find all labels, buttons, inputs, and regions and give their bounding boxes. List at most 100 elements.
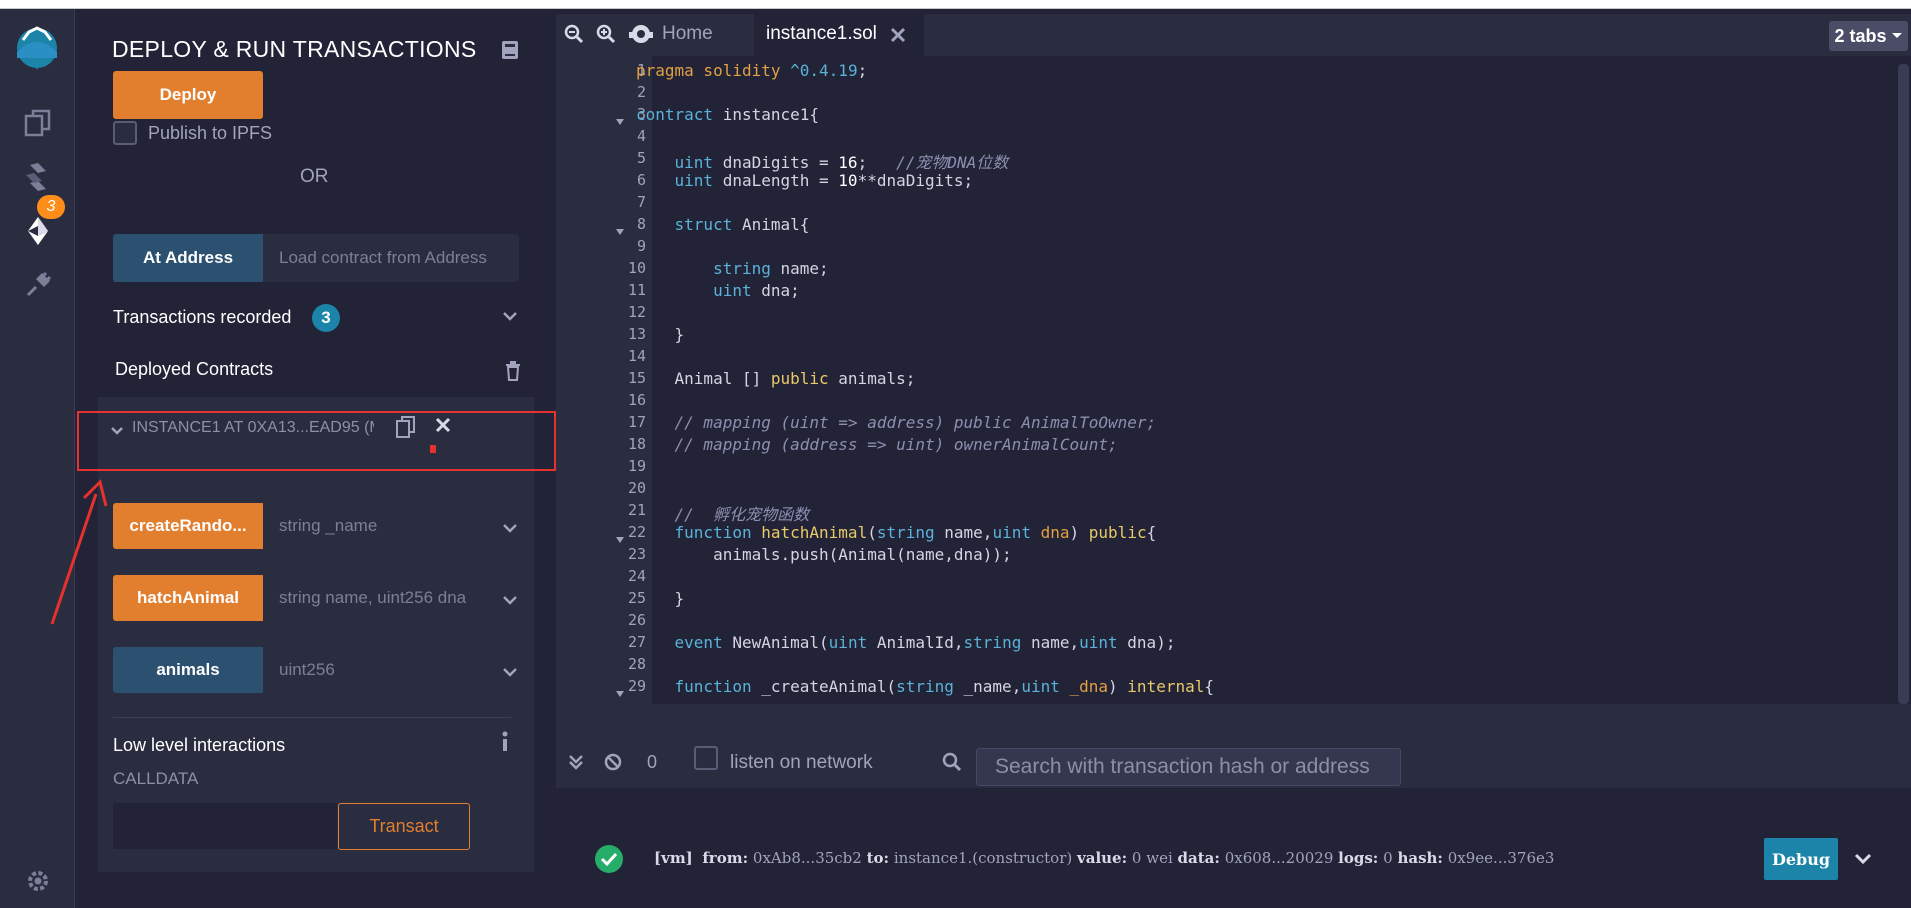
success-check-icon <box>594 844 624 879</box>
line-number: 5 <box>636 149 646 167</box>
listen-network-checkbox[interactable] <box>694 746 718 770</box>
log-from-value: 0xAb8...35cb2 <box>752 849 862 867</box>
line-number: 20 <box>627 479 646 497</box>
editor-tab-bar: Home instance1.sol <box>556 14 1911 56</box>
code-line-27: event NewAnimal(uint AnimalId,string nam… <box>674 633 1176 652</box>
line-number: 13 <box>627 325 646 343</box>
tab-file-label: instance1.sol <box>766 23 877 44</box>
plugin-manager-icon[interactable] <box>18 265 58 305</box>
line-number: 26 <box>627 611 646 629</box>
line-number: 21 <box>627 501 646 519</box>
create-random-animal-button[interactable]: createRando... <box>113 503 263 549</box>
publish-ipfs-label: Publish to IPFS <box>148 123 273 143</box>
trash-icon[interactable] <box>505 361 521 386</box>
editor-scrollbar[interactable] <box>1898 64 1909 704</box>
home-icon[interactable] <box>629 22 653 51</box>
info-icon[interactable] <box>501 731 509 756</box>
create-random-animal-input[interactable]: string _name <box>263 503 495 549</box>
fold-caret-icon[interactable] <box>616 684 624 702</box>
code-line-23: animals.push(Animal(name,dna)); <box>636 545 1012 564</box>
animals-button[interactable]: animals <box>113 647 263 693</box>
code-line-25: } <box>636 589 685 608</box>
transactions-recorded-badge: 3 <box>312 304 340 332</box>
log-data-value: 0x608...20029 <box>1224 849 1334 867</box>
log-tag: [vm] <box>654 849 693 867</box>
animals-input[interactable]: uint256 <box>263 647 495 693</box>
chevron-down-icon[interactable] <box>502 309 518 327</box>
chevron-down-icon[interactable] <box>1853 852 1873 871</box>
code-line-3: contract instance1{ <box>636 105 820 124</box>
line-number: 3 <box>636 105 646 123</box>
tab-home[interactable]: Home <box>662 23 713 45</box>
code-line-1: pragma solidity ^0.4.19; <box>636 61 868 80</box>
clear-console-icon[interactable] <box>604 753 622 776</box>
code-line-6: uint dnaLength = 10**dnaDigits; <box>674 171 974 190</box>
code-line-10: string name; <box>713 259 829 278</box>
line-number: 16 <box>627 391 646 409</box>
code-line-17: // mapping (uint => address) public Anim… <box>674 413 1157 432</box>
line-number: 12 <box>627 303 646 321</box>
chevron-down-icon[interactable] <box>502 665 518 683</box>
settings-gear-icon[interactable] <box>18 861 58 901</box>
line-number: 25 <box>627 589 646 607</box>
solidity-compiler-icon[interactable] <box>18 157 58 197</box>
tabs-dropdown-button[interactable]: 2 tabs <box>1829 21 1908 51</box>
hatch-animal-button[interactable]: hatchAnimal <box>113 575 263 621</box>
tabs-count-label: 2 tabs <box>1834 25 1887 46</box>
documentation-book-icon[interactable] <box>500 39 520 66</box>
code-line-22: function hatchAnimal(string name,uint dn… <box>674 523 1157 542</box>
window-top-strip <box>0 0 1911 9</box>
line-number: 11 <box>627 281 646 299</box>
code-line-18: // mapping (address => uint) ownerAnimal… <box>674 435 1118 454</box>
close-icon[interactable] <box>890 27 906 48</box>
file-explorer-icon[interactable] <box>18 103 58 143</box>
zoom-out-icon[interactable] <box>564 24 584 49</box>
transaction-search-input[interactable]: Search with transaction hash or address <box>976 748 1401 786</box>
calldata-label: CALLDATA <box>113 769 199 788</box>
collapse-terminal-icon[interactable] <box>568 754 584 775</box>
log-hash-value: 0x9ee...376e3 <box>1447 849 1555 867</box>
log-logs-value: 0 <box>1383 849 1393 867</box>
line-number: 8 <box>636 215 646 233</box>
calldata-input[interactable] <box>113 803 337 849</box>
log-logs-label: logs: <box>1338 849 1379 867</box>
annotation-arrow-icon <box>50 479 108 625</box>
deploy-run-icon[interactable] <box>18 211 58 251</box>
line-number: 1 <box>636 61 646 79</box>
remix-logo-icon[interactable] <box>6 17 68 79</box>
line-number: 19 <box>627 457 646 475</box>
line-number: 28 <box>627 655 646 673</box>
deploy-button[interactable]: Deploy <box>113 71 263 119</box>
log-data-label: data: <box>1177 849 1220 867</box>
caret-down-icon <box>1891 33 1902 38</box>
line-number: 24 <box>627 567 646 585</box>
transactions-recorded-label[interactable]: Transactions recorded <box>113 307 291 328</box>
log-value-value: 0 wei <box>1131 849 1173 867</box>
code-line-21: // 孵化宠物函数 <box>674 505 810 524</box>
or-separator: OR <box>300 166 329 187</box>
at-address-input[interactable]: Load contract from Address <box>263 234 519 282</box>
zoom-in-icon[interactable] <box>596 24 616 49</box>
transact-button[interactable]: Transact <box>338 803 470 850</box>
debug-button[interactable]: Debug <box>1764 838 1838 880</box>
line-number: 22 <box>627 523 646 541</box>
line-number: 7 <box>636 193 646 211</box>
transaction-log-entry[interactable]: [vm] from: 0xAb8...35cb2 to: instance1.(… <box>654 849 1554 867</box>
publish-ipfs-checkbox[interactable] <box>113 121 137 145</box>
hatch-animal-input[interactable]: string name, uint256 dna <box>263 575 495 621</box>
tab-instance1-sol[interactable]: instance1.sol <box>754 14 924 56</box>
line-number: 17 <box>627 413 646 431</box>
at-address-button[interactable]: At Address <box>113 234 263 282</box>
search-icon <box>942 752 962 777</box>
line-number: 14 <box>627 347 646 365</box>
code-line-8: struct Animal{ <box>674 215 810 234</box>
log-hash-label: hash: <box>1397 849 1443 867</box>
chevron-down-icon[interactable] <box>502 593 518 611</box>
deployed-contracts-label: Deployed Contracts <box>115 359 274 379</box>
line-number: 9 <box>636 237 646 255</box>
chevron-down-icon[interactable] <box>502 521 518 539</box>
code-line-5: uint dnaDigits = 16; //宠物DNA位数 <box>674 153 1009 172</box>
code-line-29: function _createAnimal(string _name,uint… <box>674 677 1214 696</box>
log-value-label: value: <box>1077 849 1128 867</box>
code-line-11: uint dna; <box>713 281 800 300</box>
